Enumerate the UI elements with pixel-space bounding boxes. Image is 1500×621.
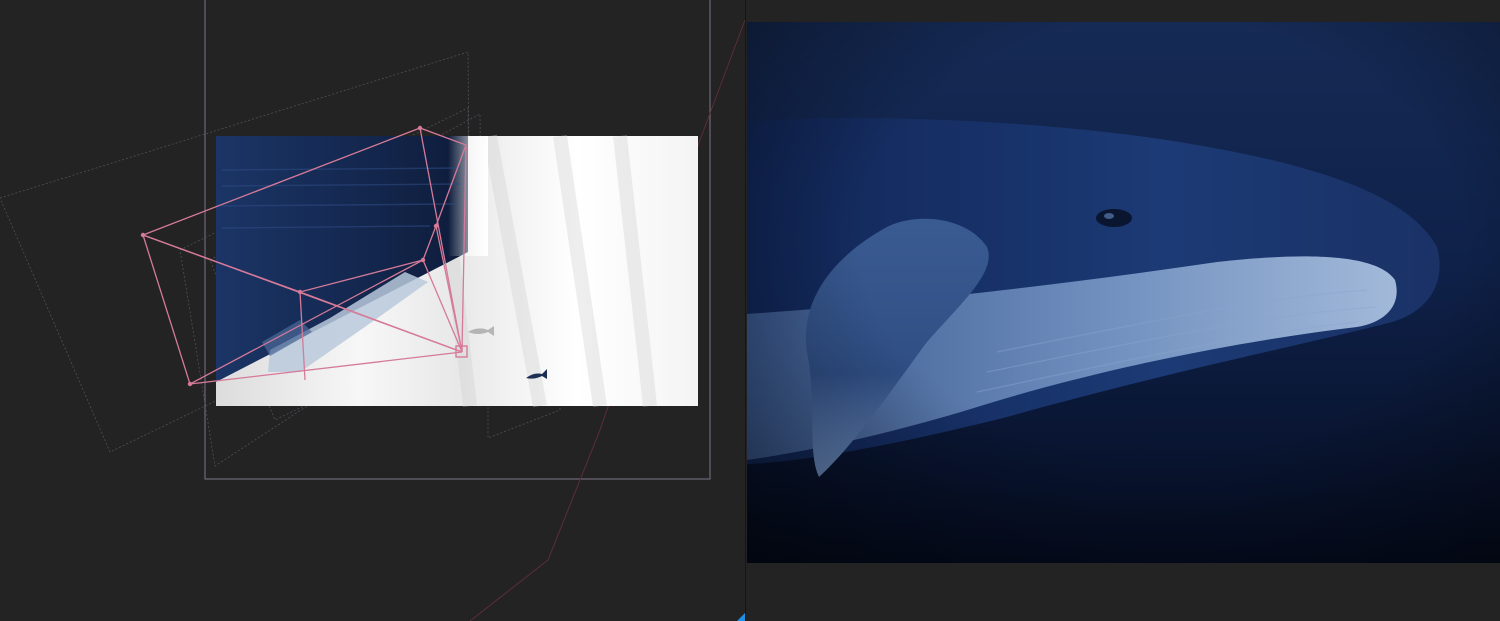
scene-viewport[interactable] [0,0,745,621]
vignette-overlay [747,22,1500,563]
plate-fade-edge [448,136,488,256]
scene-canvas[interactable] [0,0,745,621]
render-preview-panel [746,0,1500,621]
render-frame [747,22,1500,563]
triangle-corner-icon[interactable] [737,613,745,621]
